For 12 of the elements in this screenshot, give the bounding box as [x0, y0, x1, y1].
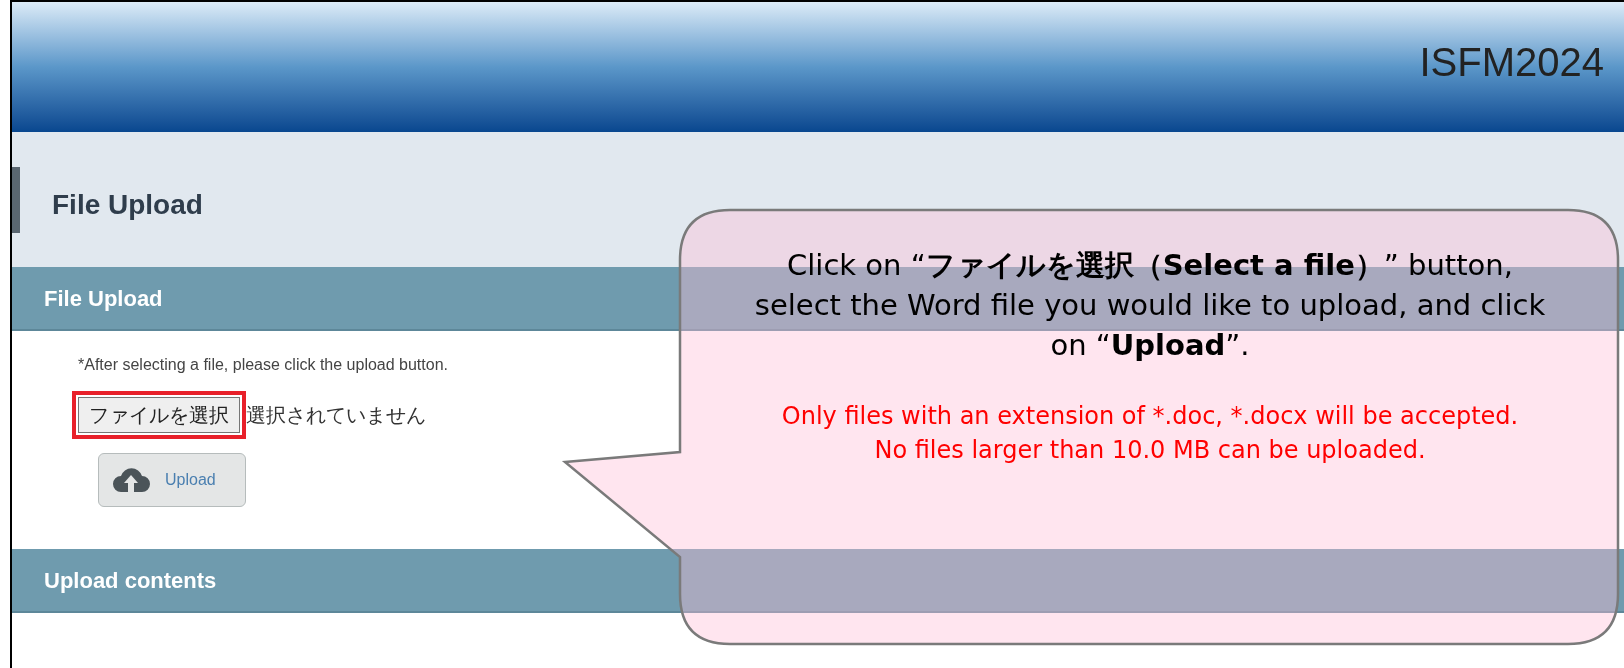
- title-accent: [12, 166, 20, 233]
- warning-text: No files larger than 10.0 MB can be uploaded.: [873, 435, 1427, 466]
- site-title: ISFM2024: [1419, 42, 1604, 82]
- panel-title: Upload contents: [44, 566, 217, 595]
- upload-note: *After selecting a file, please click the upload button.: [78, 355, 448, 375]
- panel-title: File Upload: [44, 284, 163, 313]
- instruction-text: Click on “ファイルを選択（Select a file）” button, select the Word file you would like to upload, and click on “Upload”.: [753, 247, 1547, 364]
- warning-text: Only files with an extension of *.doc, *.docx will be accepted.: [780, 401, 1520, 432]
- page-title: File Upload: [52, 187, 203, 222]
- cloud-upload-icon: [111, 466, 151, 494]
- choose-file-button[interactable]: ファイルを選択: [78, 397, 240, 433]
- file-status: 選択されていません: [246, 402, 426, 429]
